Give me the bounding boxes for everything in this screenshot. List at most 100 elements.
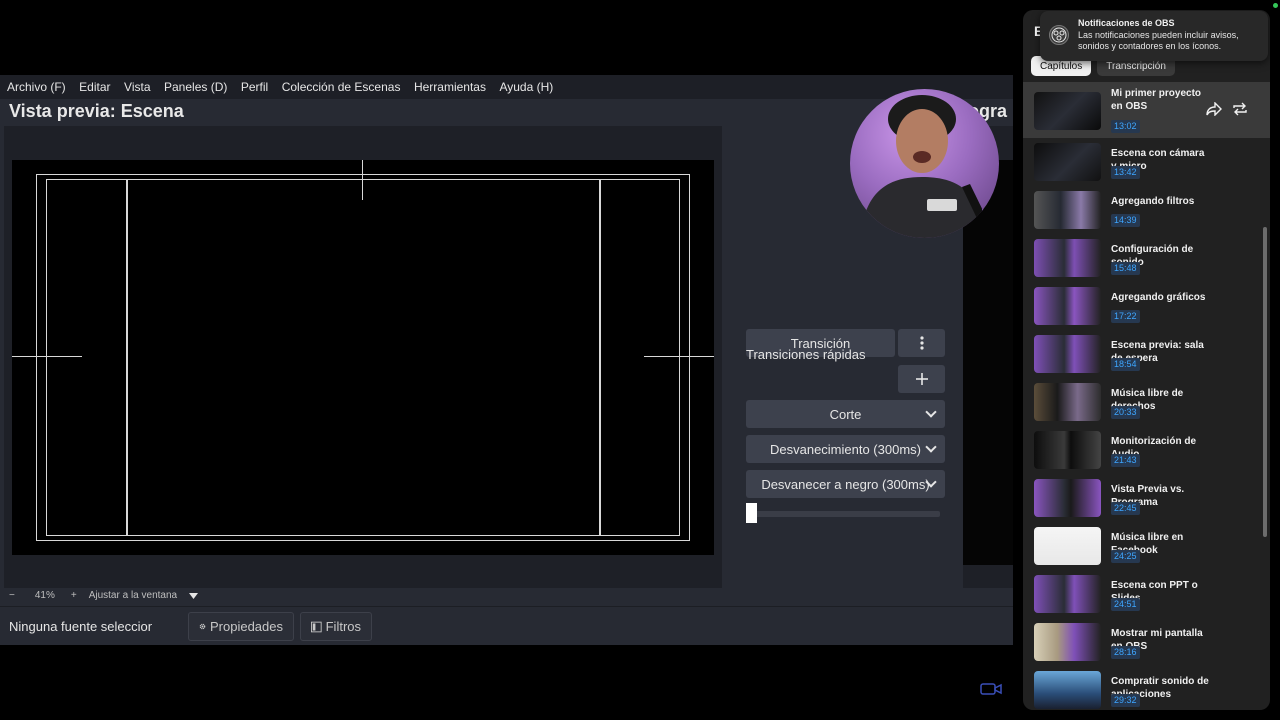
chapter-time: 20:33: [1111, 406, 1140, 419]
add-quick-transition-button[interactable]: [898, 365, 945, 393]
safe-area-inner: [46, 179, 680, 536]
zoom-level: 41%: [34, 590, 55, 601]
source-toolbar: Ninguna fuente seleccionad Propiedades F…: [0, 606, 1013, 645]
chapter-time: 17:22: [1111, 310, 1140, 323]
center-mark-right: [644, 356, 714, 357]
chapter-thumbnail: [1034, 191, 1101, 229]
chapter-item[interactable]: Configuración de sonido 15:48: [1023, 236, 1270, 284]
menu-view[interactable]: Vista: [124, 80, 150, 94]
chapter-thumbnail: [1034, 92, 1101, 130]
notification-title: Notificaciones de OBS: [1078, 18, 1175, 28]
safe-area-line-left: [126, 180, 128, 535]
chapter-thumbnail: [1034, 623, 1101, 661]
chapters-panel: E Capítulos Transcripción Mi primer proy…: [1023, 10, 1270, 710]
quick-transition-cut[interactable]: Corte: [746, 400, 945, 428]
preview-title: Vista previa: Escena: [9, 101, 184, 121]
menu-tools[interactable]: Herramientas: [414, 80, 486, 94]
filter-icon: [311, 621, 322, 632]
chapter-item[interactable]: Música libre de derechos 20:33: [1023, 380, 1270, 428]
preview-canvas[interactable]: [12, 160, 714, 555]
chevron-down-icon: [925, 406, 937, 418]
filters-label: Filtros: [325, 619, 361, 634]
quick-transition-fade-to-black[interactable]: Desvanecer a negro (300ms): [746, 470, 945, 498]
chapter-thumbnail: [1034, 479, 1101, 517]
webcam-overlay: [850, 89, 999, 238]
safe-area-line-right: [599, 180, 601, 535]
chapter-item[interactable]: Vista Previa vs. Programa 22:45: [1023, 476, 1270, 524]
chevron-down-icon: [925, 441, 937, 453]
transition-menu-button[interactable]: [898, 329, 945, 357]
zoom-in-button[interactable]: +: [71, 590, 77, 601]
gear-icon: [199, 623, 206, 630]
chapter-thumbnail: [1034, 575, 1101, 613]
loop-icon[interactable]: [1232, 102, 1248, 116]
menu-docks[interactable]: Paneles (D): [164, 80, 227, 94]
chapter-item[interactable]: Mi primer proyecto en OBS 13:02: [1023, 82, 1270, 138]
kebab-icon: [919, 336, 924, 350]
notification-toast[interactable]: Notificaciones de OBS Las notificaciones…: [1040, 11, 1268, 61]
chapter-title: Mi primer proyecto en OBS: [1111, 88, 1202, 112]
preview-pane: [4, 126, 722, 588]
chapter-thumbnail: [1034, 431, 1101, 469]
chapter-thumbnail: [1034, 239, 1101, 277]
chapter-title: Agregando gráficos: [1111, 292, 1206, 303]
menu-help[interactable]: Ayuda (H): [499, 80, 553, 94]
chapter-thumbnail: [1034, 527, 1101, 565]
dropdown-arrow-icon[interactable]: [189, 592, 199, 599]
chapter-item[interactable]: Escena con cámara y micro 13:42: [1023, 140, 1270, 188]
plus-icon: [915, 373, 928, 385]
menu-scene-collection[interactable]: Colección de Escenas: [282, 80, 401, 94]
chapter-time: 28:16: [1111, 646, 1140, 659]
quick-transition-fade[interactable]: Desvanecimiento (300ms): [746, 435, 945, 463]
presenter-image: [860, 95, 999, 238]
no-source-selected-label: Ninguna fuente seleccionad: [9, 619, 152, 634]
center-mark-top: [362, 160, 363, 200]
chapter-time: 14:39: [1111, 214, 1140, 227]
chapter-time: 13:42: [1111, 166, 1140, 179]
properties-label: Propiedades: [210, 619, 283, 634]
camera-icon[interactable]: [980, 682, 1002, 696]
chapter-thumbnail: [1034, 383, 1101, 421]
chapter-item[interactable]: Música libre en Facebook 24:25: [1023, 524, 1270, 572]
zoom-out-button[interactable]: −: [9, 590, 15, 601]
zoom-bar: − 41% + Ajustar a la ventana: [0, 585, 1013, 606]
t-bar-handle[interactable]: [746, 503, 757, 523]
chapter-time: 21:43: [1111, 454, 1140, 467]
center-mark-left: [12, 356, 82, 357]
quick-transition-label: Desvanecer a negro (300ms): [761, 476, 930, 492]
quick-transitions-label: Transiciones rápidas: [746, 347, 866, 362]
status-indicator: [1273, 3, 1278, 8]
chapter-thumbnail: [1034, 335, 1101, 373]
chapter-item[interactable]: Escena con PPT o Slides 24:51: [1023, 572, 1270, 620]
obs-logo-icon: [1049, 25, 1069, 45]
chapter-time: 15:48: [1111, 262, 1140, 275]
chapter-item[interactable]: Agregando gráficos 17:22: [1023, 284, 1270, 332]
share-icon[interactable]: [1206, 102, 1222, 116]
chapter-time: 13:02: [1111, 120, 1140, 133]
chapters-scrollbar[interactable]: [1263, 227, 1267, 537]
chapter-time: 24:51: [1111, 598, 1140, 611]
fit-window-label: Ajustar a la ventana: [88, 590, 178, 601]
chapter-time: 18:54: [1111, 358, 1140, 371]
quick-transition-label: Desvanecimiento (300ms): [769, 441, 921, 457]
chapter-item[interactable]: Mostrar mi pantalla en OBS 28:16: [1023, 620, 1270, 668]
chapter-time: 22:45: [1111, 502, 1140, 515]
chapter-thumbnail: [1034, 143, 1101, 181]
notification-body: Las notificaciones pueden incluir avisos…: [1078, 30, 1239, 51]
chapter-thumbnail: [1034, 671, 1101, 709]
properties-button[interactable]: Propiedades: [188, 612, 294, 641]
chapter-item[interactable]: Agregando filtros 14:39: [1023, 188, 1270, 236]
menu-profile[interactable]: Perfil: [241, 80, 268, 94]
filters-button[interactable]: Filtros: [300, 612, 372, 641]
menu-bar: Archivo (F) Editar Vista Paneles (D) Per…: [0, 75, 1013, 99]
chapter-item[interactable]: Escena previa: sala de espera 18:54: [1023, 332, 1270, 380]
quick-transition-label: Corte: [829, 406, 862, 422]
chapter-time: 29:32: [1111, 694, 1140, 707]
menu-edit[interactable]: Editar: [79, 80, 110, 94]
t-bar-track[interactable]: [746, 511, 940, 517]
chapter-title: Agregando filtros: [1111, 196, 1195, 207]
chapter-item[interactable]: Monitorización de Audio 21:43: [1023, 428, 1270, 476]
chapter-thumbnail: [1034, 287, 1101, 325]
menu-file[interactable]: Archivo (F): [7, 80, 66, 94]
chapter-item[interactable]: Compratir sonido de aplicaciones 29:32: [1023, 668, 1270, 710]
